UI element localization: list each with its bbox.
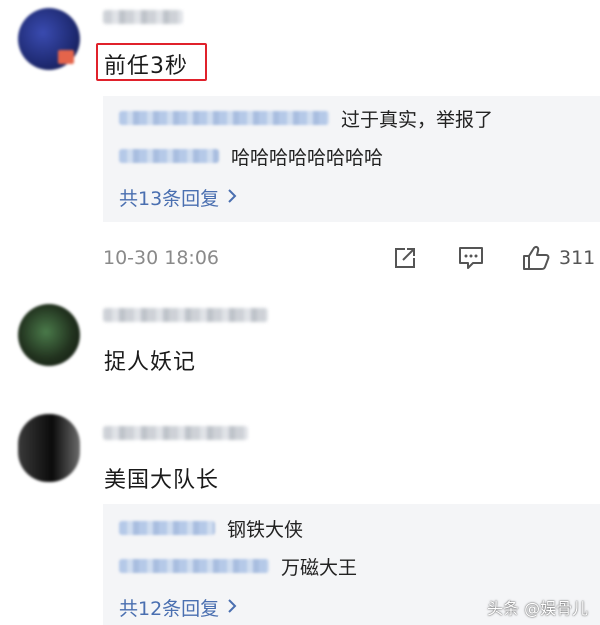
reply-panel: 过于真实，举报了 哈哈哈哈哈哈哈哈 共13条回复 xyxy=(103,96,600,222)
share-icon xyxy=(395,248,415,268)
reply-text: 万磁大王 xyxy=(281,556,358,579)
reply-text: 钢铁大侠 xyxy=(227,518,304,541)
reply-text: 过于真实，举报了 xyxy=(341,108,494,131)
like-count: 311 xyxy=(559,247,596,269)
chevron-right-icon xyxy=(227,187,237,209)
comment-meta-row: 10-30 18:06 311 xyxy=(103,244,600,274)
like-button[interactable]: 311 xyxy=(521,244,595,272)
comment-item: 前任3秒 过于真实，举报了 哈哈哈哈哈哈哈哈 共13条回复 10-30 18:0… xyxy=(0,0,600,290)
avatar[interactable] xyxy=(18,414,80,482)
comment-text: 美国大队长 xyxy=(104,468,220,493)
avatar[interactable] xyxy=(18,8,80,70)
view-more-replies-link[interactable]: 共13条回复 xyxy=(119,184,237,211)
reply-username-blurred[interactable] xyxy=(119,559,269,573)
chevron-right-icon xyxy=(227,597,237,619)
view-more-replies-link[interactable]: 共12条回复 xyxy=(119,594,237,621)
watermark: 头条 @娱骨儿 xyxy=(487,599,589,618)
reply-username-blurred[interactable] xyxy=(119,521,215,535)
more-replies-label: 共13条回复 xyxy=(119,188,220,210)
comment-item: 美国大队长 钢铁大侠 万磁大王 共12条回复 xyxy=(0,400,600,625)
comment-text: 前任3秒 xyxy=(104,54,188,79)
username-blurred[interactable] xyxy=(103,308,268,322)
reply-username-blurred[interactable] xyxy=(119,149,219,163)
username-blurred[interactable] xyxy=(103,426,248,440)
reply-line[interactable]: 过于真实，举报了 xyxy=(119,106,494,131)
more-replies-label: 共12条回复 xyxy=(119,598,220,620)
thumbs-up-icon xyxy=(523,246,550,270)
share-button[interactable] xyxy=(391,244,419,272)
reply-line[interactable]: 钢铁大侠 xyxy=(119,516,304,541)
reply-button[interactable] xyxy=(456,244,486,272)
username-blurred[interactable] xyxy=(103,10,183,24)
comment-timestamp: 10-30 18:06 xyxy=(103,247,220,269)
comment-text: 捉人妖记 xyxy=(104,350,197,375)
reply-line[interactable]: 哈哈哈哈哈哈哈哈 xyxy=(119,144,384,169)
reply-text: 哈哈哈哈哈哈哈哈 xyxy=(231,146,384,169)
comment-icon xyxy=(459,247,483,269)
reply-username-blurred[interactable] xyxy=(119,111,329,125)
comment-item: 捉人妖记 xyxy=(0,290,600,400)
reply-line[interactable]: 万磁大王 xyxy=(119,554,358,579)
avatar[interactable] xyxy=(18,304,80,366)
